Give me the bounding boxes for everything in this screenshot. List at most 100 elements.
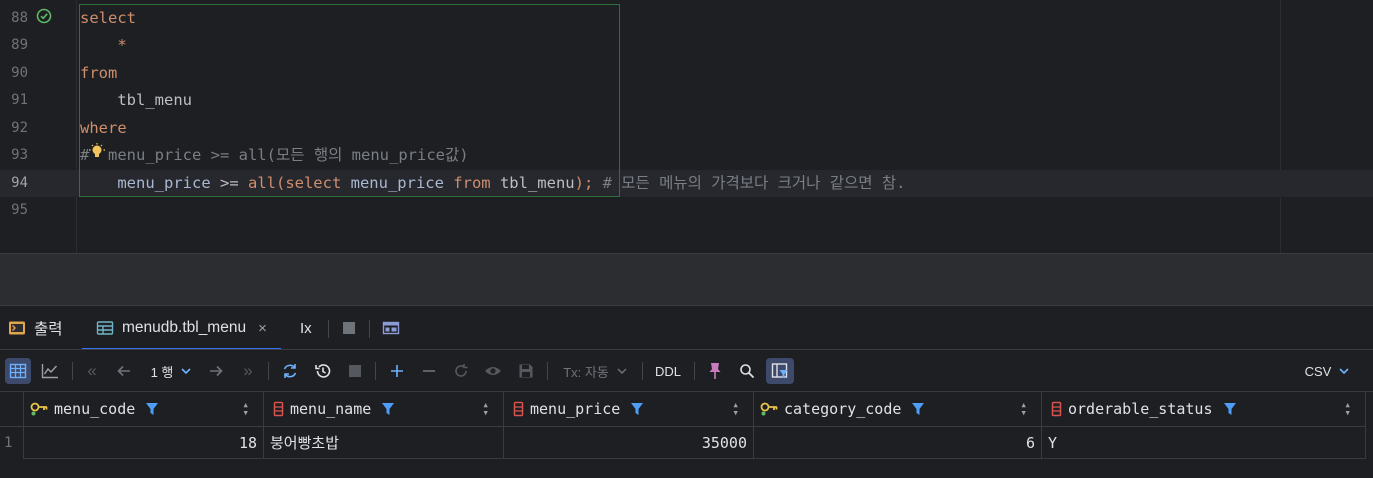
table-cell[interactable]: Y	[1042, 427, 1366, 459]
code-text: menu_price >= all(select menu_price from…	[80, 170, 905, 197]
key-column-icon	[30, 402, 48, 416]
plus-icon	[391, 365, 403, 377]
column-header-menu-name[interactable]: menu_name ▴ ▾	[264, 392, 504, 427]
add-row-button[interactable]	[384, 358, 410, 384]
first-page-icon[interactable]: «	[80, 358, 104, 384]
preview-button[interactable]	[480, 358, 506, 384]
pin-icon	[709, 363, 721, 379]
code-token: select	[285, 174, 351, 192]
row-number[interactable]: 1	[0, 427, 24, 459]
minus-icon	[423, 370, 435, 372]
code-text: select	[80, 5, 136, 32]
column-name: menu_name	[290, 400, 372, 418]
table-view-button[interactable]	[5, 358, 31, 384]
code-text: tbl_menu	[80, 87, 192, 114]
filter-icon[interactable]	[911, 401, 925, 417]
row-count-label: 1 행	[150, 364, 174, 380]
ddl-label: DDL	[654, 363, 681, 379]
column-header-menu-price[interactable]: menu_price ▴ ▾	[504, 392, 754, 427]
ddl-button[interactable]: DDL	[650, 358, 686, 384]
history-button[interactable]	[310, 358, 336, 384]
next-page-icon[interactable]	[204, 358, 228, 384]
grid-icon	[9, 363, 27, 379]
previous-page-icon[interactable]	[112, 358, 136, 384]
column-header-category-code[interactable]: category_code ▴ ▾	[754, 392, 1042, 427]
transaction-mode-selector[interactable]: Tx: 자동	[556, 358, 636, 384]
filter-icon[interactable]	[630, 401, 644, 417]
table-cell[interactable]: 35000	[504, 427, 754, 459]
code-line[interactable]: 91 tbl_menu	[0, 87, 1373, 114]
close-icon[interactable]: ×	[258, 320, 267, 337]
line-number: 95	[11, 202, 28, 218]
delete-row-button[interactable]	[416, 358, 442, 384]
stop-tab-button[interactable]	[341, 306, 365, 350]
code-line[interactable]: 90 from	[0, 60, 1373, 87]
table-cell[interactable]: 6	[754, 427, 1042, 459]
toolbar-separator	[72, 362, 73, 380]
search-icon	[740, 364, 755, 379]
code-token: all(	[247, 174, 286, 192]
column-icon	[1051, 401, 1062, 417]
tab-ix[interactable]: Ix	[300, 306, 312, 350]
column-icon	[273, 401, 284, 417]
tab-separator	[369, 320, 370, 338]
sql-editor[interactable]: 88 select 89 * 90 from 91 tbl_menu 92 where 93 # …	[0, 0, 1373, 253]
refresh-icon	[283, 364, 297, 378]
chevron-down-icon	[1339, 368, 1349, 375]
stop-button[interactable]	[342, 358, 368, 384]
tab-output[interactable]: 출력	[8, 306, 63, 350]
grid-corner[interactable]	[0, 392, 24, 427]
column-name: category_code	[784, 400, 902, 418]
code-text: from	[80, 60, 117, 87]
tab-output-label: 출력	[34, 321, 63, 338]
table-cell[interactable]: 18	[24, 427, 264, 459]
export-format-selector[interactable]: CSV	[1300, 358, 1356, 384]
submit-button[interactable]	[513, 358, 539, 384]
code-token: select	[80, 9, 136, 27]
sort-icon[interactable]: ▴ ▾	[1020, 399, 1027, 418]
row-count-selector[interactable]: 1 행	[144, 358, 200, 384]
refresh-button[interactable]	[277, 358, 303, 384]
line-number: 89	[11, 37, 28, 53]
tab-result-label: menudb.tbl_menu	[122, 319, 247, 336]
layout-tab-button[interactable]	[382, 306, 408, 350]
code-line[interactable]: 95	[0, 197, 1373, 224]
column-header-menu-code[interactable]: menu_code ▴ ▾	[24, 392, 264, 427]
filter-icon[interactable]	[1223, 401, 1237, 417]
toolbar-separator	[642, 362, 643, 380]
pin-tab-button[interactable]	[702, 358, 728, 384]
editor-results-splitter[interactable]	[0, 253, 1373, 305]
sort-icon[interactable]: ▴ ▾	[732, 399, 739, 418]
lightbulb-icon[interactable]	[89, 143, 105, 161]
table-cell[interactable]: 붕어빵초밥	[264, 427, 504, 459]
code-line[interactable]: 88 select	[0, 5, 1373, 32]
code-token: >=	[210, 174, 248, 192]
column-header-orderable-status[interactable]: orderable_status ▴ ▾	[1042, 392, 1366, 427]
chart-view-button[interactable]	[37, 358, 63, 384]
filter-panel-button[interactable]	[766, 358, 794, 384]
code-token: menu_price	[117, 174, 211, 192]
filter-icon[interactable]	[381, 401, 395, 417]
code-line[interactable]: 93 # menu_price >= all(모든 행의 menu_price값)	[0, 142, 1373, 169]
sort-icon[interactable]: ▴ ▾	[1344, 399, 1351, 418]
tab-result-menudb-tbl-menu[interactable]: menudb.tbl_menu ×	[82, 306, 281, 350]
code-line[interactable]: 94 menu_price >= all(select menu_price f…	[0, 170, 1373, 197]
filter-icon[interactable]	[145, 401, 159, 417]
stop-icon	[349, 365, 361, 377]
sort-icon[interactable]: ▴ ▾	[482, 399, 489, 418]
result-grid[interactable]: menu_code ▴ ▾ menu_name ▴ ▾ menu_price ▴ ▾ catego…	[0, 391, 1373, 478]
column-name: orderable_status	[1068, 400, 1213, 418]
filter-panel-icon	[771, 363, 788, 379]
code-line[interactable]: 89 *	[0, 32, 1373, 59]
sort-icon[interactable]: ▴ ▾	[242, 399, 249, 418]
revert-button[interactable]	[448, 358, 474, 384]
code-token: *	[117, 36, 127, 54]
code-token: from	[453, 174, 500, 192]
search-button[interactable]	[734, 358, 760, 384]
column-icon	[513, 401, 524, 417]
code-line[interactable]: 92 where	[0, 115, 1373, 142]
last-page-icon[interactable]: »	[236, 358, 260, 384]
revert-icon	[455, 364, 468, 377]
